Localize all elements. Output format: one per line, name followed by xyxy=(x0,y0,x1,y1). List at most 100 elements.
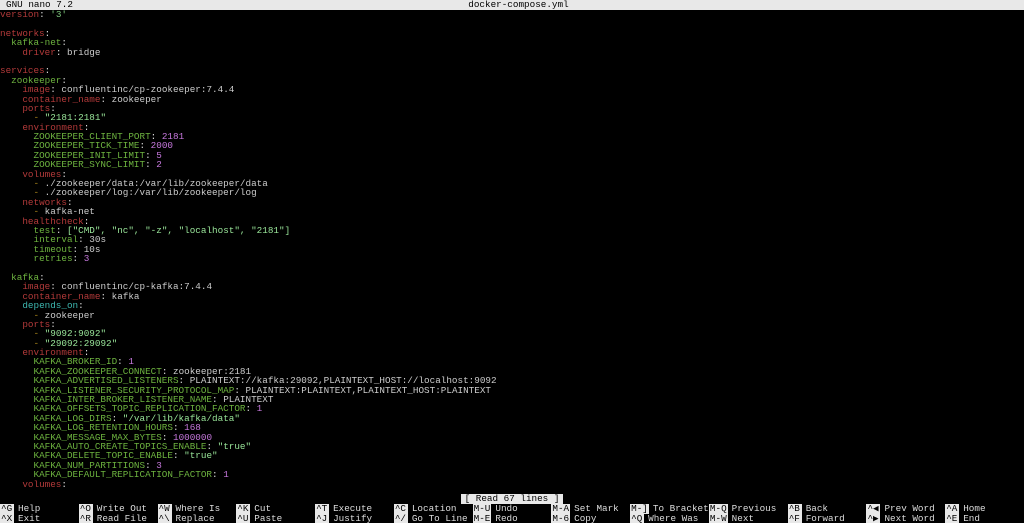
editor-line[interactable] xyxy=(0,57,1024,66)
shortcut: M-A Set Mark xyxy=(551,504,630,514)
status-bar: [ Read 67 lines ] xyxy=(0,494,1024,504)
shortcut: ^K Cut xyxy=(236,504,315,514)
shortcut-key: ^C xyxy=(394,504,408,514)
shortcut-key: ^T xyxy=(315,504,329,514)
shortcut: ^\ Replace xyxy=(158,514,237,523)
shortcut-key: ^R xyxy=(79,514,93,523)
shortcut: ^QWhere Was xyxy=(630,514,709,523)
shortcut: ^U Paste xyxy=(236,514,315,523)
shortcut: ^C Location xyxy=(394,504,473,514)
shortcut-key: M-E xyxy=(473,514,492,523)
editor-line[interactable]: version: '3' xyxy=(0,10,1024,19)
shortcut-label: Cut xyxy=(254,504,271,513)
editor-line[interactable] xyxy=(0,19,1024,28)
editor-line[interactable]: KAFKA_DEFAULT_REPLICATION_FACTOR: 1 xyxy=(0,470,1024,479)
editor-area[interactable]: version: '3' networks: kafka-net: driver… xyxy=(0,10,1024,489)
shortcut-key: ^G xyxy=(0,504,14,514)
editor-line[interactable]: container_name: zookeeper xyxy=(0,95,1024,104)
shortcut: M-6 Copy xyxy=(551,514,630,523)
editor-line[interactable]: services: xyxy=(0,66,1024,75)
titlebar: GNU nano 7.2 docker-compose.yml xyxy=(0,0,1024,10)
shortcut: ^◀ Prev Word xyxy=(866,504,945,514)
editor-line[interactable]: volumes: xyxy=(0,480,1024,489)
shortcut: M-UUndo xyxy=(473,504,552,514)
shortcut-label: Location xyxy=(412,504,457,513)
editor-line[interactable]: - kafka-net xyxy=(0,207,1024,216)
shortcut-label: Forward xyxy=(806,514,845,523)
editor-line[interactable]: depends_on: xyxy=(0,301,1024,310)
editor-line[interactable]: driver: bridge xyxy=(0,48,1024,57)
editor-line[interactable]: networks: xyxy=(0,29,1024,38)
shortcut: ^R Read File xyxy=(79,514,158,523)
shortcut-label: Previous xyxy=(732,504,777,513)
status-message: [ Read 67 lines ] xyxy=(461,494,564,504)
shortcut: ^G Help xyxy=(0,504,79,514)
editor-line[interactable]: kafka-net: xyxy=(0,38,1024,47)
shortcut: ^F Forward xyxy=(788,514,867,523)
editor-line[interactable]: - "29092:29092" xyxy=(0,339,1024,348)
shortcut-label: Write Out xyxy=(97,504,147,513)
shortcut-key: ^\ xyxy=(158,514,172,523)
shortcut-key: M-] xyxy=(630,504,649,514)
shortcut-label: Replace xyxy=(176,514,215,523)
shortcut-key: ^/ xyxy=(394,514,408,523)
editor-line[interactable]: ports: xyxy=(0,104,1024,113)
shortcut-label: Where Is xyxy=(176,504,221,513)
shortcut-key: M-6 xyxy=(551,514,570,523)
shortcut-label: Next Word xyxy=(884,514,934,523)
shortcut-key: ^F xyxy=(788,514,802,523)
editor-line[interactable]: retries: 3 xyxy=(0,254,1024,263)
shortcut: ^O Write Out xyxy=(79,504,158,514)
shortcut-key: ^U xyxy=(236,514,250,523)
editor-line[interactable]: networks: xyxy=(0,198,1024,207)
shortcut-label: End xyxy=(963,514,980,523)
editor-line[interactable]: environment: xyxy=(0,348,1024,357)
shortcut: ^/Go To Line xyxy=(394,514,473,523)
shortcut: ^B Back xyxy=(788,504,867,514)
editor-line[interactable]: timeout: 10s xyxy=(0,245,1024,254)
editor-line[interactable]: image: confluentinc/cp-kafka:7.4.4 xyxy=(0,282,1024,291)
shortcut: ^W Where Is xyxy=(158,504,237,514)
shortcut-key: ^O xyxy=(79,504,93,514)
shortcut-key: M-A xyxy=(551,504,570,514)
editor-line[interactable]: - "2181:2181" xyxy=(0,113,1024,122)
editor-line[interactable]: ZOOKEEPER_SYNC_LIMIT: 2 xyxy=(0,160,1024,169)
shortcut-key: ^◀ xyxy=(866,504,880,514)
editor-line[interactable]: - zookeeper xyxy=(0,311,1024,320)
shortcut-key: ^▶ xyxy=(866,514,880,523)
shortcut-label: Paste xyxy=(254,514,282,523)
shortcut-label: Home xyxy=(963,504,985,513)
shortcut-key: ^J xyxy=(315,514,329,523)
shortcut-label: Exit xyxy=(18,514,40,523)
shortcut-key: ^K xyxy=(236,504,250,514)
shortcut-label: Where Was xyxy=(648,514,698,523)
shortcut-label: Copy xyxy=(574,514,596,523)
shortcut-label: Undo xyxy=(495,504,517,513)
shortcut-key: ^A xyxy=(945,504,959,514)
shortcut-label: To Bracket xyxy=(653,504,709,513)
shortcut-key: M-Q xyxy=(709,504,728,514)
shortcut-label: Set Mark xyxy=(574,504,619,513)
shortcut-label: Read File xyxy=(97,514,147,523)
shortcut: M-] To Bracket xyxy=(630,504,709,514)
shortcut-key: ^X xyxy=(0,514,14,523)
shortcut-key: M-W xyxy=(709,514,728,523)
shortcut-label: Next xyxy=(732,514,754,523)
shortcut: ^A Home xyxy=(945,504,1024,514)
shortcut-label: Redo xyxy=(495,514,517,523)
shortcut-label: Back xyxy=(806,504,828,513)
editor-line[interactable]: ports: xyxy=(0,320,1024,329)
editor-line[interactable]: test: ["CMD", "nc", "-z", "localhost", "… xyxy=(0,226,1024,235)
shortcut-key: ^W xyxy=(158,504,172,514)
editor-line[interactable]: - "9092:9092" xyxy=(0,329,1024,338)
shortcut-label: Help xyxy=(18,504,40,513)
editor-line[interactable]: interval: 30s xyxy=(0,235,1024,244)
shortcut-label: Prev Word xyxy=(884,504,934,513)
shortcut: ^X Exit xyxy=(0,514,79,523)
shortcut: M-Q Previous xyxy=(709,504,788,514)
editor-line[interactable]: - ./zookeeper/log:/var/lib/zookeeper/log xyxy=(0,188,1024,197)
editor-line[interactable]: container_name: kafka xyxy=(0,292,1024,301)
shortcut-key: ^B xyxy=(788,504,802,514)
shortcut-key: ^E xyxy=(945,514,959,523)
editor-line[interactable] xyxy=(0,264,1024,273)
